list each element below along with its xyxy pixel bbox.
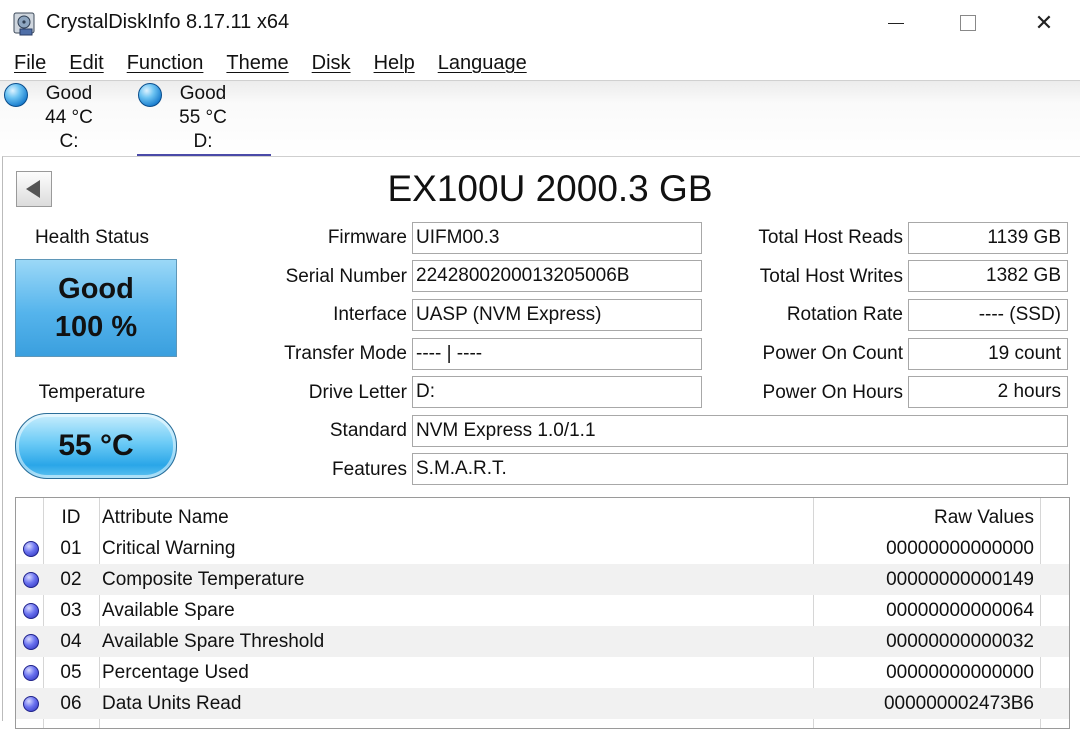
status-dot-icon	[23, 634, 39, 650]
transfer-mode-field: ---- | ----	[412, 338, 702, 370]
attr-raw: 00000000000032	[886, 631, 1034, 652]
disk-tabs: Good 44 °C C: Good 55 °C D:	[0, 80, 1080, 157]
disk-model-title: EX100U 2000.3 GB	[387, 168, 713, 209]
status-dot-icon	[23, 603, 39, 619]
menu-bar: File Edit Function Theme Disk Help Langu…	[0, 46, 1080, 80]
drive-letter-field: D:	[412, 376, 702, 408]
header-raw-values[interactable]: Raw Values	[816, 502, 1034, 533]
table-row[interactable]: 03 Available Spare 00000000000064	[16, 595, 1069, 626]
attr-name: Composite Temperature	[102, 569, 305, 590]
interface-label: Interface	[333, 304, 407, 325]
attr-raw: 000000002473B6	[883, 693, 1034, 714]
drive-letter-label: Drive Letter	[308, 382, 407, 403]
table-row[interactable]: 04 Available Spare Threshold 00000000000…	[16, 626, 1069, 657]
menu-disk[interactable]: Disk	[299, 52, 361, 75]
power-on-hours-field: 2 hours	[908, 376, 1068, 408]
disk-status: Good	[179, 83, 227, 104]
attr-id: 04	[60, 631, 82, 652]
disk-tab-c[interactable]: Good 44 °C C:	[0, 81, 134, 157]
maximize-button[interactable]	[932, 0, 1004, 46]
attr-id: 02	[60, 569, 82, 590]
disk-temp: 55 °C	[179, 107, 227, 128]
power-on-hours-label: Power On Hours	[762, 382, 903, 403]
disk-status: Good	[45, 83, 93, 104]
disk-temp: 44 °C	[45, 107, 93, 128]
table-row[interactable]: 01 Critical Warning 00000000000000	[16, 533, 1069, 564]
rotation-rate-label: Rotation Rate	[786, 304, 903, 325]
attr-id: 03	[60, 600, 82, 621]
attr-name: Critical Warning	[102, 538, 236, 559]
standard-label: Standard	[329, 420, 407, 441]
status-dot-icon	[23, 541, 39, 557]
header-id[interactable]: ID	[44, 502, 98, 533]
features-label: Features	[332, 459, 407, 480]
health-status-label: Health Status	[34, 227, 150, 248]
disk-letter: C:	[59, 131, 79, 152]
attr-raw: 00000000000064	[886, 600, 1034, 621]
attr-name: Percentage Used	[102, 662, 249, 683]
previous-disk-button[interactable]	[16, 171, 52, 207]
attr-id: 01	[60, 538, 82, 559]
status-dot-icon	[23, 665, 39, 681]
attr-name: Available Spare Threshold	[102, 631, 325, 652]
attr-id: 06	[60, 693, 82, 714]
status-dot-icon	[23, 696, 39, 712]
serial-number-label: Serial Number	[285, 266, 407, 287]
table-row[interactable]: 05 Percentage Used 00000000000000	[16, 657, 1069, 688]
table-row[interactable]: 02 Composite Temperature 00000000000149	[16, 564, 1069, 595]
temperature-display[interactable]: 55 °C	[15, 413, 177, 479]
menu-theme[interactable]: Theme	[213, 52, 298, 75]
firmware-field: UIFM00.3	[412, 222, 702, 254]
menu-help[interactable]: Help	[361, 52, 425, 75]
rotation-rate-field: ---- (SSD)	[908, 299, 1068, 331]
menu-function[interactable]: Function	[114, 52, 214, 75]
menu-file[interactable]: File	[0, 52, 56, 75]
window-title: CrystalDiskInfo 8.17.11 x64	[46, 11, 290, 33]
serial-number-field: 2242800200013205006B	[412, 260, 702, 292]
attr-raw: 00000000000000	[886, 662, 1034, 683]
attr-raw: 00000000000000	[886, 538, 1034, 559]
total-host-reads-label: Total Host Reads	[758, 227, 903, 248]
standard-field: NVM Express 1.0/1.1	[412, 415, 1068, 447]
app-icon	[13, 12, 35, 36]
menu-edit[interactable]: Edit	[56, 52, 113, 75]
transfer-mode-label: Transfer Mode	[284, 343, 407, 364]
attr-raw: 00000000000149	[886, 569, 1034, 590]
features-field: S.M.A.R.T.	[412, 453, 1068, 485]
minimize-icon	[888, 22, 904, 24]
power-on-count-field: 19 count	[908, 338, 1068, 370]
header-attribute-name[interactable]: Attribute Name	[102, 502, 802, 533]
total-host-reads-field: 1139 GB	[908, 222, 1068, 254]
attr-name: Data Units Read	[102, 693, 242, 714]
table-row[interactable]: 06 Data Units Read 000000002473B6	[16, 688, 1069, 719]
temperature-label: Temperature	[38, 382, 146, 403]
smart-attributes-table[interactable]: ID Attribute Name Raw Values 01 Critical…	[15, 497, 1070, 729]
health-status-value: Good	[58, 273, 134, 305]
attr-name: Available Spare	[102, 600, 235, 621]
firmware-label: Firmware	[327, 227, 407, 248]
total-host-writes-label: Total Host Writes	[759, 266, 903, 287]
health-percent: 100 %	[54, 311, 138, 343]
minimize-button[interactable]	[860, 0, 932, 46]
arrow-left-icon	[25, 180, 40, 198]
interface-field: UASP (NVM Express)	[412, 299, 702, 331]
total-host-writes-field: 1382 GB	[908, 260, 1068, 292]
attr-id: 05	[60, 662, 82, 683]
title-bar: CrystalDiskInfo 8.17.11 x64 ✕	[0, 0, 1080, 46]
disk-tab-d[interactable]: Good 55 °C D:	[136, 81, 270, 157]
table-header: ID Attribute Name Raw Values	[16, 502, 1069, 533]
close-button[interactable]: ✕	[1008, 0, 1080, 46]
disk-letter: D:	[193, 131, 213, 152]
health-status-button[interactable]: Good 100 %	[15, 259, 177, 357]
power-on-count-label: Power On Count	[762, 343, 903, 364]
maximize-icon	[960, 15, 976, 31]
close-icon: ✕	[1034, 10, 1054, 35]
menu-language[interactable]: Language	[425, 52, 537, 75]
status-dot-icon	[23, 572, 39, 588]
